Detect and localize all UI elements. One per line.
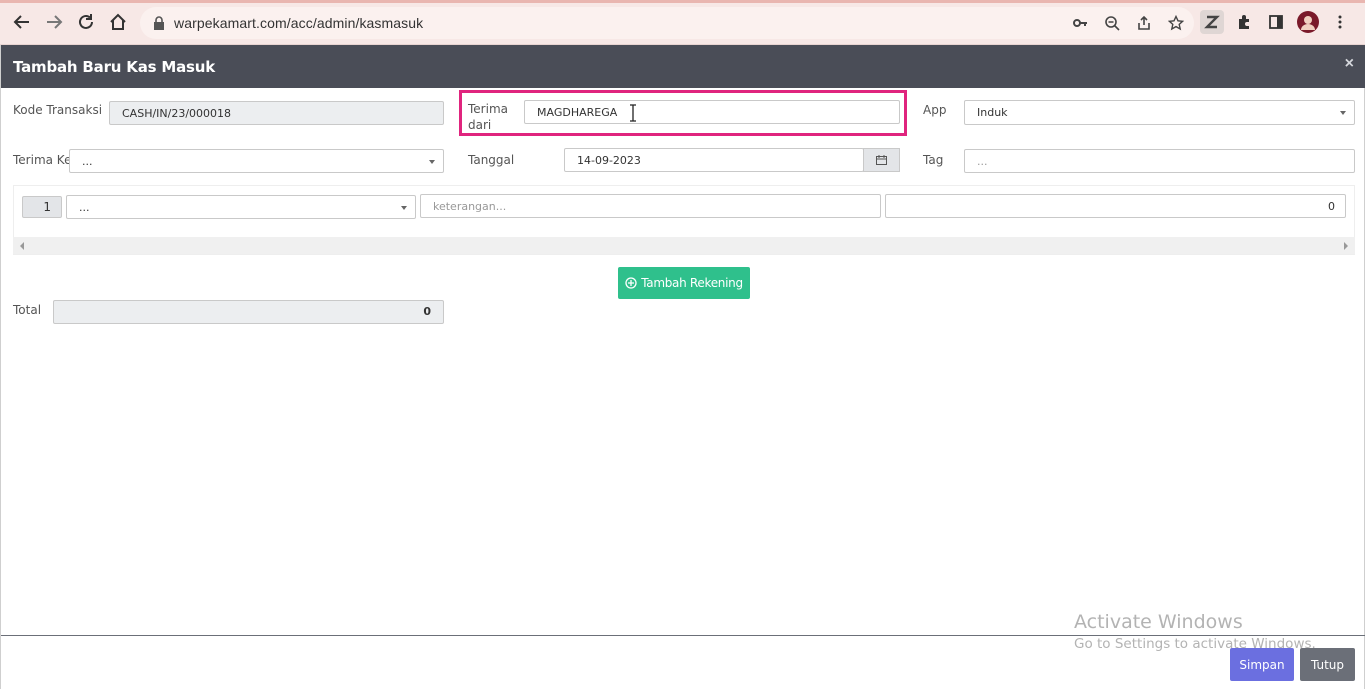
keterangan-placeholder: keterangan... (433, 199, 507, 213)
share-icon[interactable] (1134, 13, 1154, 33)
app-label: App (923, 103, 947, 117)
side-panel-icon[interactable] (1264, 10, 1288, 34)
calendar-button[interactable] (863, 148, 900, 172)
reload-icon[interactable] (74, 10, 98, 34)
tanggal-input[interactable]: 14-09-2023 (564, 148, 864, 172)
add-account-label: Tambah Rekening (641, 276, 743, 290)
profile-avatar[interactable] (1296, 10, 1320, 34)
tanggal-label: Tanggal (468, 153, 515, 167)
chevron-down-icon (401, 206, 407, 210)
modal-title: Tambah Baru Kas Masuk (13, 58, 215, 76)
back-arrow-icon[interactable] (10, 10, 34, 34)
tanggal-value: 14-09-2023 (577, 153, 641, 167)
row-number: 1 (22, 196, 62, 218)
modal-header: Tambah Baru Kas Masuk × (1, 45, 1365, 88)
tag-input[interactable]: ... (964, 149, 1355, 173)
kode-transaksi-label: Kode Transaksi (13, 103, 103, 117)
close-icon[interactable]: × (1345, 55, 1354, 73)
app-value: Induk (977, 106, 1008, 119)
amount-input[interactable]: 0 (885, 194, 1346, 218)
activate-windows-title: Activate Windows (1074, 611, 1243, 633)
plus-circle-icon (625, 277, 637, 289)
browser-toolbar: warpekamart.com/acc/admin/kasmasuk (0, 0, 1365, 45)
key-icon[interactable] (1070, 13, 1090, 33)
terima-ke-label: Terima Ke (13, 153, 72, 167)
save-button[interactable]: Simpan (1230, 648, 1294, 681)
amount-value: 0 (1328, 199, 1335, 213)
kas-masuk-modal: Tambah Baru Kas Masuk × Kode Transaksi C… (0, 45, 1365, 689)
puzzle-icon[interactable] (1232, 10, 1256, 34)
forward-arrow-icon[interactable] (42, 10, 66, 34)
tab-strip (0, 0, 1365, 3)
kode-transaksi-value: CASH/IN/23/000018 (122, 106, 232, 120)
horizontal-scrollbar[interactable] (13, 237, 1355, 254)
total-value: 0 (53, 300, 444, 324)
extension-z-icon[interactable] (1200, 10, 1224, 34)
scroll-right-icon[interactable] (1344, 242, 1348, 250)
tag-placeholder: ... (977, 154, 988, 168)
close-button[interactable]: Tutup (1300, 648, 1355, 681)
total-label: Total (13, 303, 42, 317)
keterangan-input[interactable]: keterangan... (420, 194, 881, 218)
chevron-down-icon (429, 160, 435, 164)
zoom-out-icon[interactable] (1102, 13, 1122, 33)
terima-ke-select[interactable]: ... (69, 149, 444, 173)
add-account-button[interactable]: Tambah Rekening (618, 267, 750, 299)
app-select[interactable]: Induk (964, 100, 1355, 125)
calendar-icon (876, 155, 887, 165)
kebab-menu-icon[interactable] (1328, 10, 1352, 34)
terima-ke-value: ... (82, 154, 93, 168)
url-text: warpekamart.com/acc/admin/kasmasuk (174, 15, 424, 31)
account-select[interactable]: ... (66, 195, 416, 219)
chevron-down-icon (1340, 111, 1346, 115)
kode-transaksi-field: CASH/IN/23/000018 (109, 101, 444, 125)
home-icon[interactable] (106, 10, 130, 34)
address-bar[interactable]: warpekamart.com/acc/admin/kasmasuk (140, 7, 1194, 39)
tag-label: Tag (923, 153, 944, 167)
highlight-box (459, 90, 907, 136)
lock-icon (154, 16, 164, 30)
account-value: ... (79, 200, 90, 214)
star-icon[interactable] (1166, 13, 1186, 33)
scroll-left-icon[interactable] (20, 242, 24, 250)
text-cursor-icon (630, 104, 636, 122)
